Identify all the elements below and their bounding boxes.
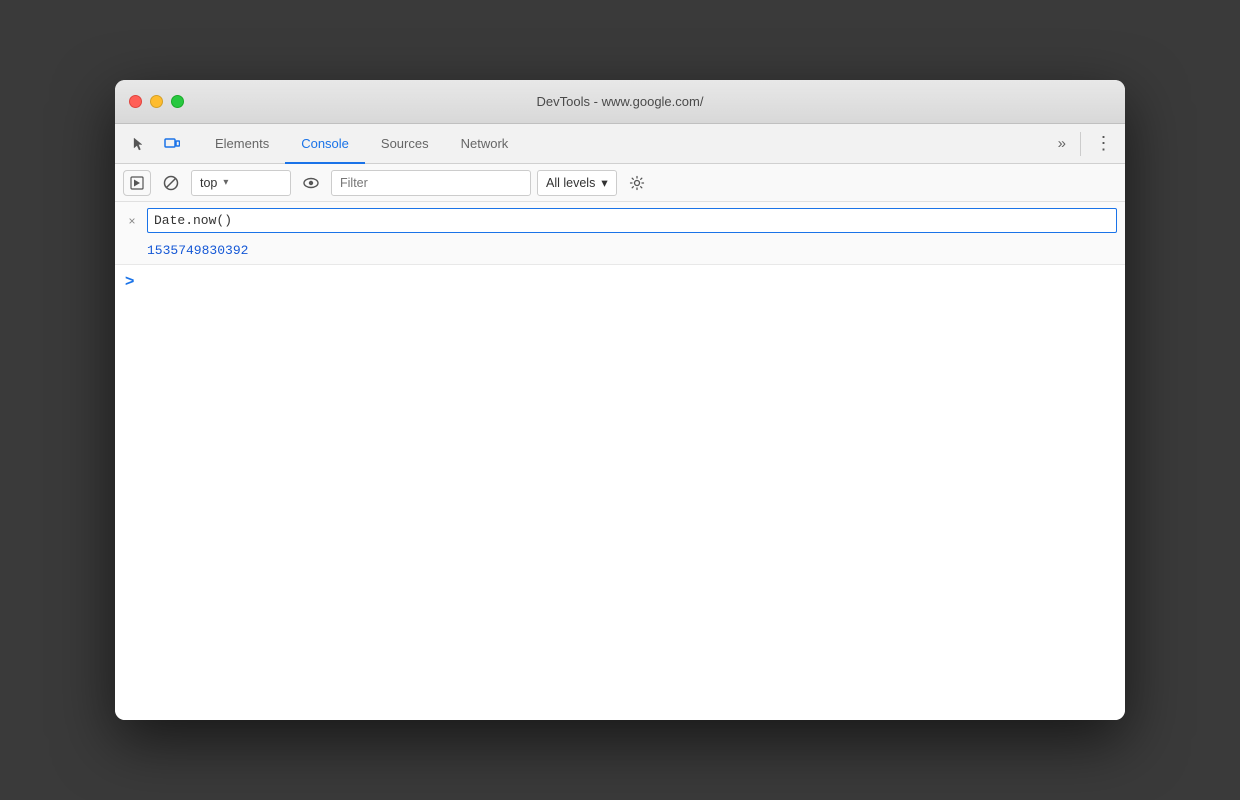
tabs-container: Elements Console Sources Network xyxy=(199,124,1052,163)
log-levels-selector[interactable]: All levels ▾ xyxy=(537,170,617,196)
console-command-input[interactable] xyxy=(147,208,1117,233)
clear-entry-button[interactable]: × xyxy=(123,212,141,230)
context-selector-arrow: ▾ xyxy=(223,177,228,188)
console-result-value: 1535749830392 xyxy=(147,243,248,258)
tab-bar-left-icons xyxy=(123,124,187,163)
context-selector[interactable]: top ▾ xyxy=(191,170,291,196)
live-expressions-button[interactable] xyxy=(297,170,325,196)
devtools-window: DevTools - www.google.com/ Elements xyxy=(115,80,1125,720)
clear-console-button[interactable] xyxy=(157,170,185,196)
window-title: DevTools - www.google.com/ xyxy=(537,94,704,109)
console-result-row: 1535749830392 xyxy=(115,239,1125,264)
close-button[interactable] xyxy=(129,95,142,108)
tab-network[interactable]: Network xyxy=(445,124,525,164)
console-toolbar: top ▾ All levels ▾ xyxy=(115,164,1125,202)
maximize-button[interactable] xyxy=(171,95,184,108)
levels-selector-arrow: ▾ xyxy=(601,175,607,190)
minimize-button[interactable] xyxy=(150,95,163,108)
cursor-icon-button[interactable] xyxy=(123,130,153,158)
console-filter-input[interactable] xyxy=(331,170,531,196)
command-entry-area: × 1535749830392 xyxy=(115,202,1125,265)
console-settings-button[interactable] xyxy=(623,170,651,196)
tab-console[interactable]: Console xyxy=(285,124,365,164)
execute-script-button[interactable] xyxy=(123,170,151,196)
tab-bar: Elements Console Sources Network » ⋮ xyxy=(115,124,1125,164)
device-toolbar-icon-button[interactable] xyxy=(157,130,187,158)
console-prompt-symbol[interactable]: > xyxy=(125,273,134,291)
traffic-lights xyxy=(129,95,184,108)
console-content: × 1535749830392 > xyxy=(115,202,1125,720)
command-input-row: × xyxy=(115,202,1125,239)
tab-bar-right: » ⋮ xyxy=(1052,124,1117,163)
title-bar: DevTools - www.google.com/ xyxy=(115,80,1125,124)
tab-elements[interactable]: Elements xyxy=(199,124,285,164)
tab-bar-divider xyxy=(1080,132,1081,156)
more-tabs-button[interactable]: » xyxy=(1052,130,1072,158)
console-prompt-area: > xyxy=(115,265,1125,299)
tab-sources[interactable]: Sources xyxy=(365,124,445,164)
devtools-menu-button[interactable]: ⋮ xyxy=(1089,130,1117,158)
